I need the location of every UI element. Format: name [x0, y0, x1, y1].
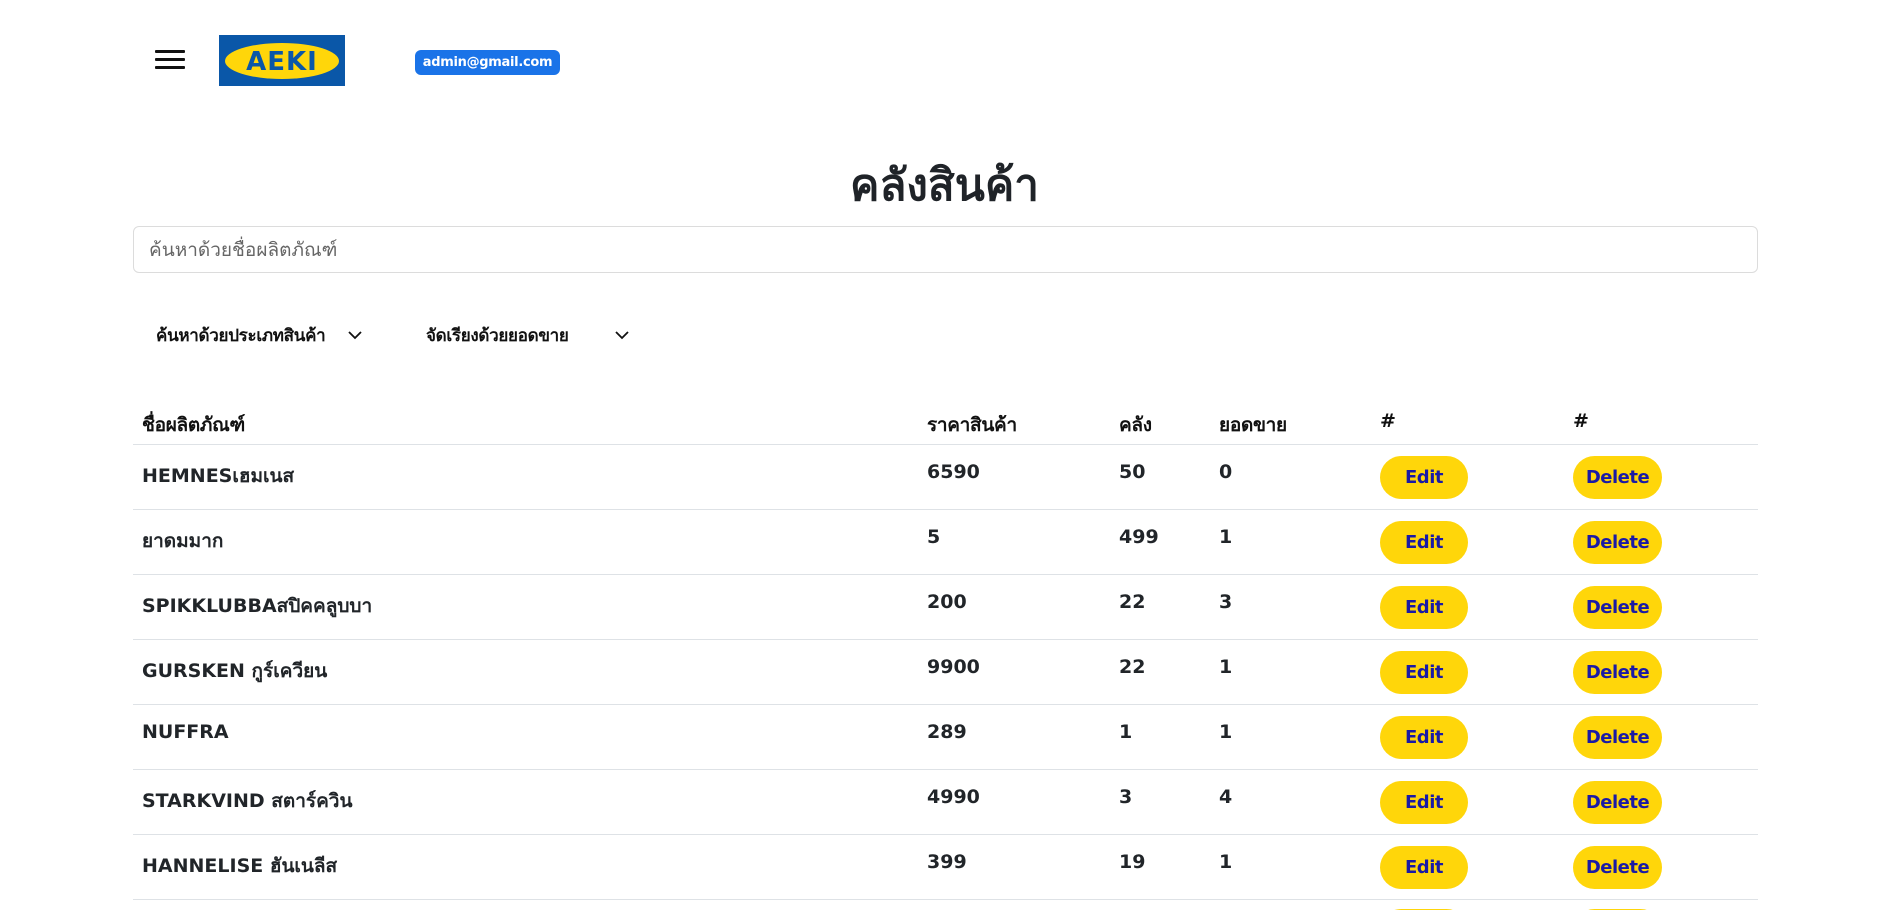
- sort-filter-label: จัดเรียงด้วยยอดขาย: [426, 325, 569, 346]
- hamburger-menu-icon[interactable]: [155, 47, 185, 71]
- header-stock: คลัง: [1119, 414, 1152, 436]
- header-sales: ยอดขาย: [1219, 414, 1287, 436]
- product-sales: 3: [1219, 591, 1233, 613]
- product-name: SPIKKLUBBAสปิคคลูบบา: [142, 595, 373, 617]
- product-stock: 22: [1119, 591, 1146, 613]
- table-row: HANNELISE ฮันเนลีส 399 19 1 Edit Delete: [133, 835, 1758, 900]
- delete-button[interactable]: Delete: [1573, 716, 1662, 759]
- top-header: AEKI admin@gmail.com: [0, 0, 1883, 110]
- table-row: SPIKKLUBBAสปิคคลูบบา 200 22 3 Edit Delet…: [133, 575, 1758, 640]
- product-name: HEMNESเฮมเนส: [142, 465, 295, 487]
- logo-mark: AEKI: [225, 42, 339, 79]
- product-name: HANNELISE ฮันเนลีส: [142, 855, 338, 877]
- edit-button[interactable]: Edit: [1380, 781, 1468, 824]
- table-row: ยาดมมาก 5 499 1 Edit Delete: [133, 510, 1758, 575]
- user-email-badge[interactable]: admin@gmail.com: [415, 50, 560, 75]
- product-stock: 50: [1119, 461, 1146, 483]
- product-stock: 3: [1119, 786, 1133, 808]
- chevron-down-icon: [614, 331, 629, 340]
- product-name: NUFFRA: [142, 721, 229, 743]
- inventory-page: AEKI admin@gmail.com คลังสินค้า ค้นหาด้ว…: [0, 0, 1883, 910]
- delete-button[interactable]: Delete: [1573, 521, 1662, 564]
- table-row-partial: [133, 900, 1758, 910]
- product-sales: 4: [1219, 786, 1233, 808]
- delete-button[interactable]: Delete: [1573, 586, 1662, 629]
- product-sales: 1: [1219, 851, 1233, 873]
- delete-button[interactable]: Delete: [1573, 846, 1662, 889]
- product-price: 5: [927, 526, 941, 548]
- edit-button[interactable]: Edit: [1380, 521, 1468, 564]
- table-row: GURSKEN กูร์เควียน 9900 22 1 Edit Delete: [133, 640, 1758, 705]
- table-header-row: ชื่อผลิตภัณฑ์ ราคาสินค้า คลัง ยอดขาย # #: [133, 400, 1758, 445]
- table-row: STARKVIND สตาร์ควิน 4990 3 4 Edit Delete: [133, 770, 1758, 835]
- edit-button[interactable]: Edit: [1380, 846, 1468, 889]
- sort-by-sales-dropdown[interactable]: จัดเรียงด้วยยอดขาย: [426, 320, 630, 350]
- product-stock: 19: [1119, 851, 1146, 873]
- product-price: 9900: [927, 656, 980, 678]
- product-name: STARKVIND สตาร์ควิน: [142, 790, 353, 812]
- logo-text: AEKI: [246, 47, 318, 77]
- table-row: NUFFRA 289 1 1 Edit Delete: [133, 705, 1758, 770]
- category-filter-label: ค้นหาด้วยประเภทสินค้า: [156, 325, 326, 346]
- header-delete-column: #: [1573, 410, 1589, 432]
- product-sales: 0: [1219, 461, 1233, 483]
- product-stock: 1: [1119, 721, 1133, 743]
- delete-button[interactable]: Delete: [1573, 781, 1662, 824]
- chevron-down-icon: [348, 331, 363, 340]
- product-price: 4990: [927, 786, 980, 808]
- header-price: ราคาสินค้า: [927, 414, 1017, 436]
- delete-button[interactable]: Delete: [1573, 456, 1662, 499]
- product-price: 6590: [927, 461, 980, 483]
- header-edit-column: #: [1380, 410, 1396, 432]
- product-search-input[interactable]: [133, 226, 1758, 273]
- product-name: ยาดมมาก: [142, 530, 224, 552]
- table-row: HEMNESเฮมเนส 6590 50 0 Edit Delete: [133, 445, 1758, 510]
- edit-button[interactable]: Edit: [1380, 716, 1468, 759]
- product-price: 289: [927, 721, 967, 743]
- product-sales: 1: [1219, 656, 1233, 678]
- product-stock: 499: [1119, 526, 1159, 548]
- edit-button[interactable]: Edit: [1380, 456, 1468, 499]
- delete-button[interactable]: Delete: [1573, 651, 1662, 694]
- product-price: 200: [927, 591, 967, 613]
- product-stock: 22: [1119, 656, 1146, 678]
- product-price: 399: [927, 851, 967, 873]
- product-name: GURSKEN กูร์เควียน: [142, 660, 328, 682]
- edit-button[interactable]: Edit: [1380, 651, 1468, 694]
- inventory-table: ชื่อผลิตภัณฑ์ ราคาสินค้า คลัง ยอดขาย # #…: [133, 400, 1758, 910]
- product-sales: 1: [1219, 721, 1233, 743]
- edit-button[interactable]: Edit: [1380, 586, 1468, 629]
- page-title: คลังสินค้า: [850, 160, 1039, 211]
- category-filter-dropdown[interactable]: ค้นหาด้วยประเภทสินค้า: [156, 320, 363, 350]
- brand-logo[interactable]: AEKI: [219, 35, 345, 86]
- header-product-name: ชื่อผลิตภัณฑ์: [142, 414, 245, 436]
- product-sales: 1: [1219, 526, 1233, 548]
